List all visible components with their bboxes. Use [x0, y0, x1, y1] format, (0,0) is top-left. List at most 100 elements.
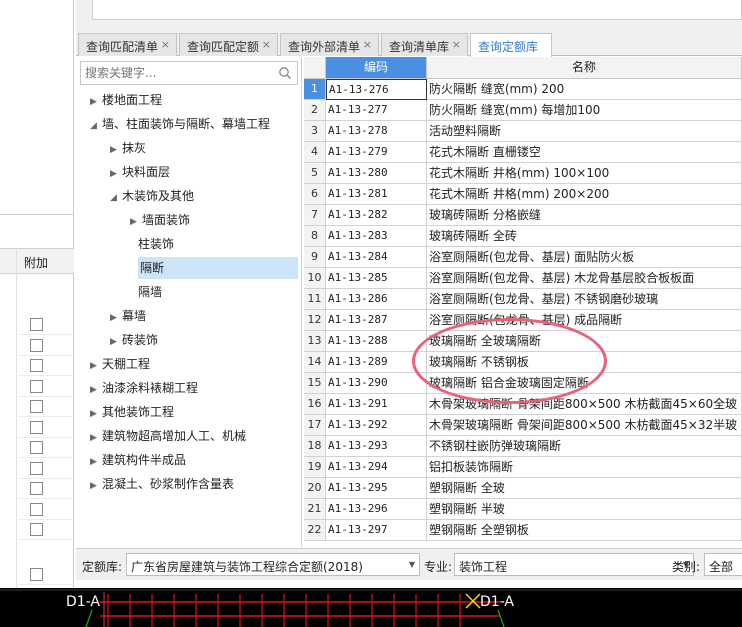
row-code[interactable]: A1-13-284	[326, 247, 427, 268]
tree-item[interactable]: ▶ 抹灰	[110, 137, 146, 159]
tab-4[interactable]: 查询清单库 ×	[381, 33, 468, 56]
search-icon[interactable]	[278, 66, 292, 80]
table-row[interactable]: 1 A1-13-276 防火隔断 缝宽(mm) 200	[304, 79, 742, 100]
caret-right-icon[interactable]: ▶	[110, 307, 122, 329]
table-row[interactable]: 7 A1-13-282 玻璃砖隔断 分格嵌缝	[304, 205, 742, 226]
table-row[interactable]: 9 A1-13-284 浴室厕隔断(包龙骨、基层) 面贴防火板	[304, 247, 742, 268]
row-name[interactable]: 塑钢隔断 全塑钢板	[427, 520, 742, 541]
table-row[interactable]: 14 A1-13-289 玻璃隔断 不锈钢板	[304, 352, 742, 373]
tree-item[interactable]: 隔断	[138, 257, 298, 279]
attach-checkbox[interactable]	[30, 338, 43, 352]
tree-item[interactable]: ◢ 墙、柱面装饰与隔断、幕墙工程	[90, 113, 270, 135]
table-row[interactable]: 5 A1-13-280 花式木隔断 井格(mm) 100×100	[304, 163, 742, 184]
attach-checkbox[interactable]	[30, 441, 43, 454]
tab-3[interactable]: 查询外部清单 ×	[280, 33, 379, 56]
row-code[interactable]: A1-13-285	[326, 268, 427, 289]
row-code[interactable]: A1-13-289	[326, 352, 427, 373]
tree-item[interactable]: 柱装饰	[138, 233, 174, 255]
tree-item[interactable]: 隔墙	[138, 281, 162, 303]
row-code[interactable]: A1-13-282	[326, 205, 427, 226]
table-row[interactable]: 16 A1-13-291 木骨架玻璃隔断 骨架间距800×500 木枋截面45×60…	[304, 394, 742, 415]
caret-right-icon[interactable]: ▶	[90, 427, 102, 449]
table-row[interactable]: 11 A1-13-286 浴室厕隔断(包龙骨、基层) 不锈钢磨砂玻璃	[304, 289, 742, 310]
caret-right-icon[interactable]: ▶	[90, 451, 102, 473]
table-row[interactable]: 17 A1-13-292 木骨架玻璃隔断 骨架间距800×500 木枋截面45×32…	[304, 415, 742, 436]
row-code[interactable]: A1-13-286	[326, 289, 427, 310]
attach-checkbox[interactable]	[30, 482, 43, 495]
row-name[interactable]: 塑钢隔断 全玻	[427, 478, 742, 499]
caret-right-icon[interactable]: ▶	[90, 475, 102, 497]
row-code[interactable]: A1-13-276	[326, 79, 427, 100]
table-row[interactable]: 12 A1-13-287 浴室厕隔断(包龙骨、基层) 成品隔断	[304, 310, 742, 331]
close-icon[interactable]: ×	[452, 38, 461, 51]
row-code[interactable]: A1-13-277	[326, 100, 427, 121]
row-name[interactable]: 塑钢隔断 半玻	[427, 499, 742, 520]
major-select[interactable]: 装饰工程 ▼	[454, 553, 694, 576]
caret-down-icon[interactable]: ◢	[90, 115, 102, 137]
tab-2[interactable]: 查询匹配定额 ×	[179, 33, 278, 56]
row-name[interactable]: 浴室厕隔断(包龙骨、基层) 木龙骨基层胶合板板面	[427, 268, 742, 289]
row-code[interactable]: A1-13-280	[326, 163, 427, 184]
caret-right-icon[interactable]: ▶	[90, 91, 102, 113]
attach-checkbox[interactable]	[30, 379, 43, 393]
caret-right-icon[interactable]: ▶	[130, 211, 142, 233]
tree-item[interactable]: ▶ 建筑物超高增加人工、机械	[90, 425, 246, 447]
tab-1[interactable]: 查询匹配清单 ×	[78, 33, 177, 56]
table-row[interactable]: 13 A1-13-288 玻璃隔断 全玻璃隔断	[304, 331, 742, 352]
caret-right-icon[interactable]: ▶	[110, 163, 122, 185]
tree-item[interactable]: ▶ 混凝土、砂浆制作含量表	[90, 473, 234, 495]
row-code[interactable]: A1-13-278	[326, 121, 427, 142]
row-code[interactable]: A1-13-288	[326, 331, 427, 352]
row-name[interactable]: 花式木隔断 直栅镂空	[427, 142, 742, 163]
row-code[interactable]: A1-13-287	[326, 310, 427, 331]
row-code[interactable]: A1-13-293	[326, 436, 427, 457]
library-select[interactable]: 广东省房屋建筑与装饰工程综合定额(2018) ▼	[126, 553, 420, 576]
row-name[interactable]: 木骨架玻璃隔断 骨架间距800×500 木枋截面45×32半玻	[427, 415, 742, 436]
caret-right-icon[interactable]: ▶	[90, 379, 102, 401]
tree-item[interactable]: ▶ 砖装饰	[110, 329, 158, 351]
tree-item[interactable]: ▶ 建筑构件半成品	[90, 449, 186, 471]
table-row[interactable]: 8 A1-13-283 玻璃砖隔断 全砖	[304, 226, 742, 247]
row-code[interactable]: A1-13-279	[326, 142, 427, 163]
attach-checkbox[interactable]	[30, 523, 43, 536]
row-code[interactable]: A1-13-297	[326, 520, 427, 541]
row-name[interactable]: 浴室厕隔断(包龙骨、基层) 成品隔断	[427, 310, 742, 331]
tree-item[interactable]: ▶ 天棚工程	[90, 353, 150, 375]
tree-item[interactable]: ▶ 幕墙	[110, 305, 146, 327]
caret-right-icon[interactable]: ▶	[110, 331, 122, 353]
attach-checkbox[interactable]	[30, 502, 43, 516]
row-name[interactable]: 防火隔断 缝宽(mm) 200	[427, 79, 742, 100]
row-name[interactable]: 不锈钢柱嵌防弹玻璃隔断	[427, 436, 742, 457]
row-name[interactable]: 玻璃隔断 铝合金玻璃固定隔断	[427, 373, 742, 394]
table-row[interactable]: 18 A1-13-293 不锈钢柱嵌防弹玻璃隔断	[304, 436, 742, 457]
attach-checkbox[interactable]	[30, 318, 43, 331]
table-row[interactable]: 22 A1-13-297 塑钢隔断 全塑钢板	[304, 520, 742, 541]
table-row[interactable]: 19 A1-13-294 铝扣板装饰隔断	[304, 457, 742, 478]
row-name[interactable]: 铝扣板装饰隔断	[427, 457, 742, 478]
row-name[interactable]: 浴室厕隔断(包龙骨、基层) 面贴防火板	[427, 247, 742, 268]
row-name[interactable]: 浴室厕隔断(包龙骨、基层) 不锈钢磨砂玻璃	[427, 289, 742, 310]
tree-item[interactable]: ▶ 油漆涂料裱糊工程	[90, 377, 198, 399]
table-row[interactable]: 4 A1-13-279 花式木隔断 直栅镂空	[304, 142, 742, 163]
grid-header-name[interactable]: 名称	[427, 57, 742, 79]
table-row[interactable]: 2 A1-13-277 防火隔断 缝宽(mm) 每增加100	[304, 100, 742, 121]
close-icon[interactable]: ×	[161, 38, 170, 51]
table-row[interactable]: 15 A1-13-290 玻璃隔断 铝合金玻璃固定隔断	[304, 373, 742, 394]
row-name[interactable]: 活动塑料隔断	[427, 121, 742, 142]
row-name[interactable]: 花式木隔断 井格(mm) 200×200	[427, 184, 742, 205]
top-input-area[interactable]	[92, 0, 742, 20]
table-row[interactable]: 20 A1-13-295 塑钢隔断 全玻	[304, 478, 742, 499]
close-icon[interactable]: ×	[262, 38, 271, 51]
attach-checkbox[interactable]	[30, 400, 43, 413]
tree-item[interactable]: ▶ 块料面层	[110, 161, 170, 183]
row-name[interactable]: 玻璃砖隔断 分格嵌缝	[427, 205, 742, 226]
table-row[interactable]: 21 A1-13-296 塑钢隔断 半玻	[304, 499, 742, 520]
row-code[interactable]: A1-13-290	[326, 373, 427, 394]
row-code[interactable]: A1-13-291	[326, 394, 427, 415]
tab-5[interactable]: 查询定额库	[470, 33, 552, 57]
table-row[interactable]: 6 A1-13-281 花式木隔断 井格(mm) 200×200	[304, 184, 742, 205]
row-name[interactable]: 花式木隔断 井格(mm) 100×100	[427, 163, 742, 184]
caret-right-icon[interactable]: ▶	[110, 139, 122, 161]
caret-down-icon[interactable]: ◢	[110, 187, 122, 209]
row-name[interactable]: 玻璃隔断 不锈钢板	[427, 352, 742, 373]
